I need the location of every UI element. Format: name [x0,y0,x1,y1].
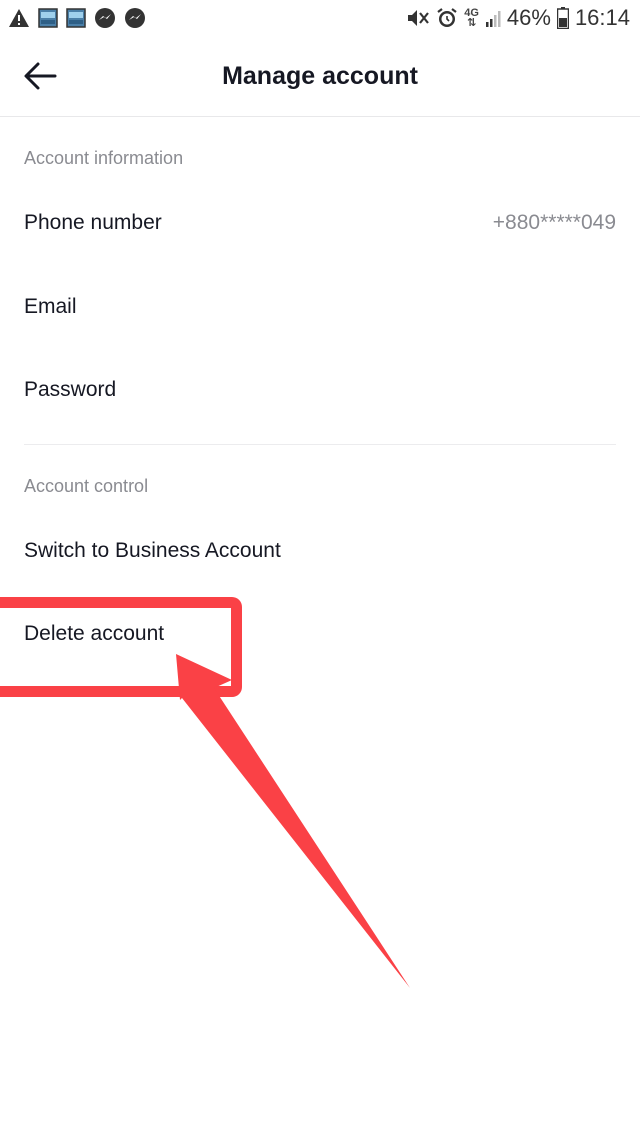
annotation-arrow-shape [176,654,410,988]
annotation-arrow [176,654,410,988]
